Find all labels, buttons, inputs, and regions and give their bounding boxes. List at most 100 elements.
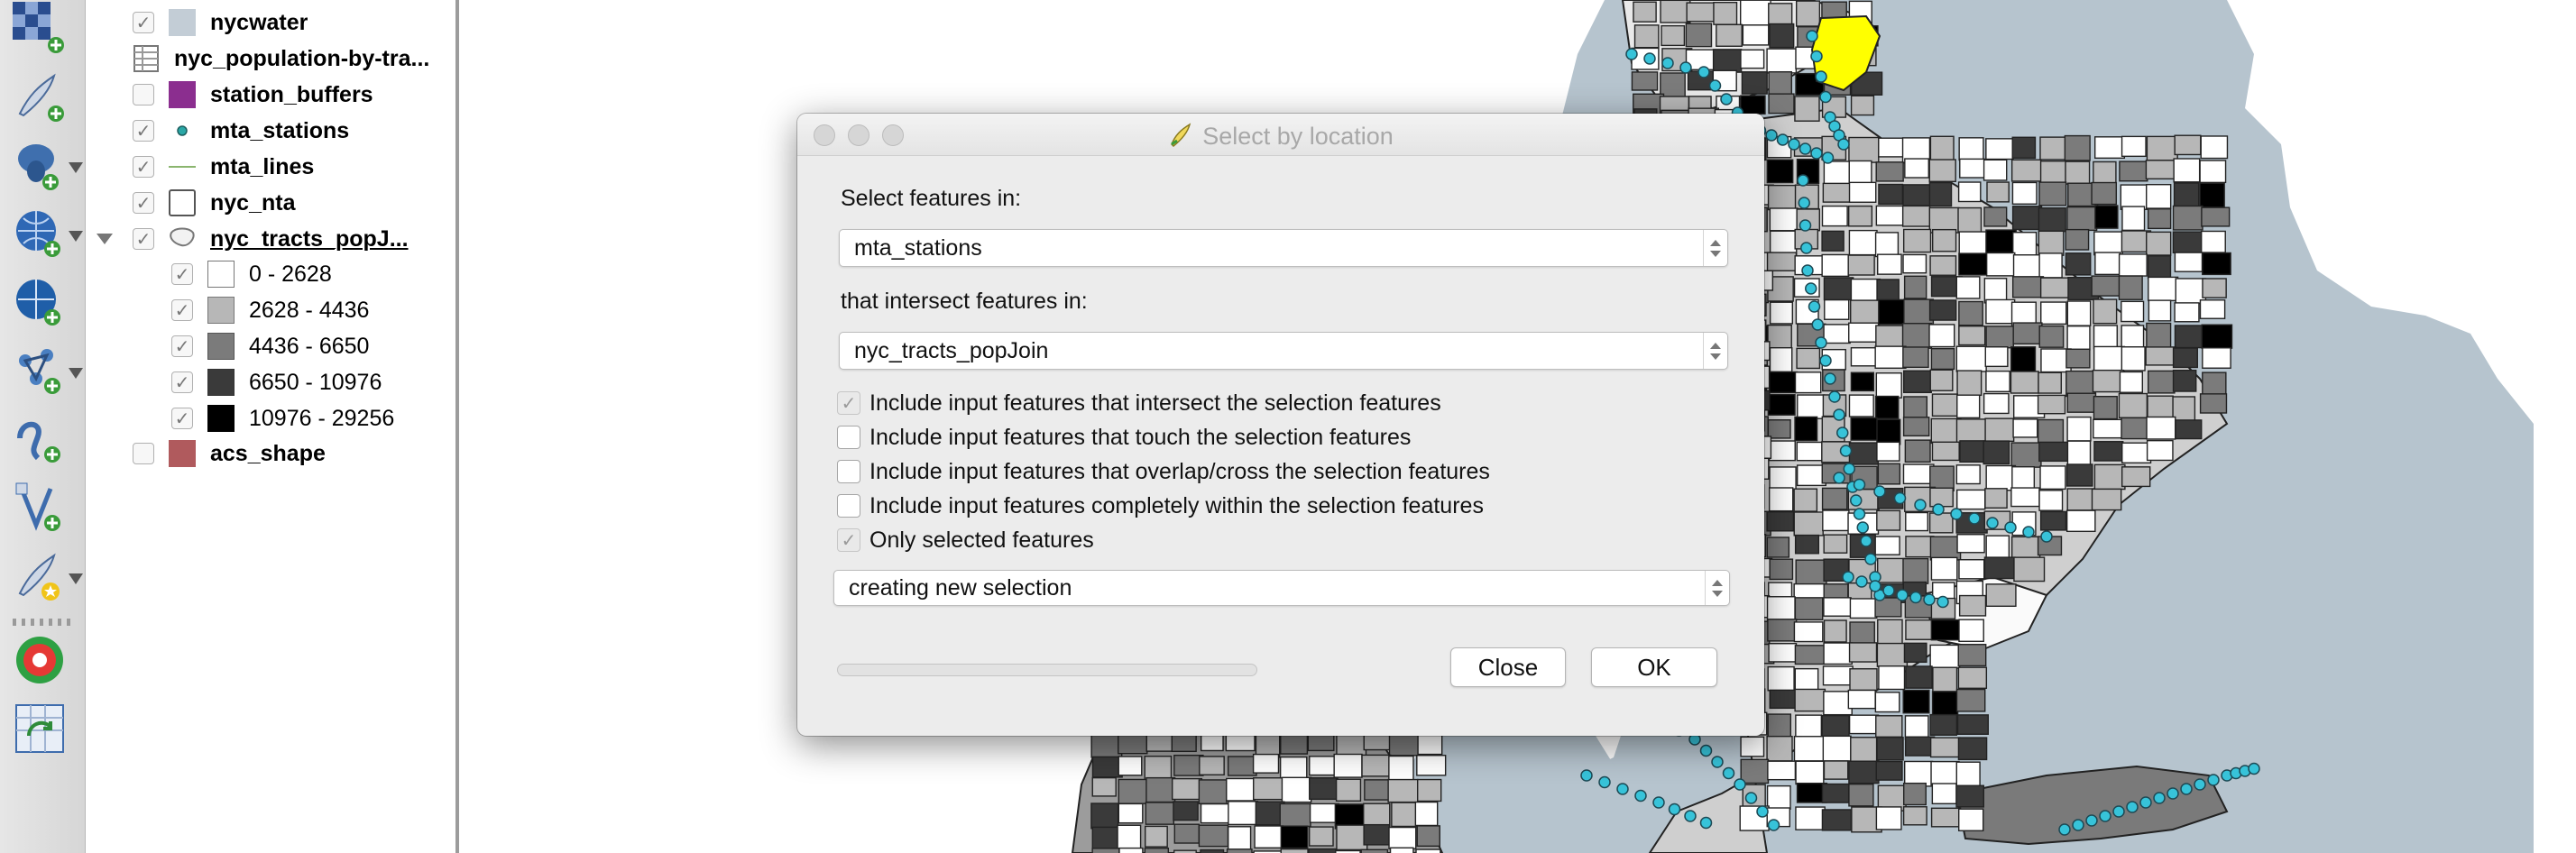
tract-polygon (1090, 732, 1123, 758)
layer-row-acs-shape[interactable]: acs_shape (133, 437, 326, 470)
station-point (1815, 70, 1827, 83)
tract-polygon (2010, 536, 2041, 559)
tract-polygon (1902, 346, 1929, 369)
tract-polygon (2064, 134, 2091, 161)
class-row[interactable]: ✓ 2628 - 4436 (171, 294, 369, 326)
option-touch-checkbox[interactable] (837, 426, 860, 449)
tract-polygon (1416, 778, 1442, 803)
add-virtual-layer-icon[interactable] (11, 480, 69, 537)
tract-polygon (1768, 3, 1793, 25)
tract-polygon (1930, 347, 1955, 371)
layer-row-nyc-population[interactable]: nyc_population-by-tra... (133, 42, 429, 75)
tract-polygon (1985, 370, 2010, 393)
tract-polygon (2121, 466, 2151, 488)
layer-visibility-checkbox[interactable]: ✓ (133, 156, 154, 178)
layer-row-station-buffers[interactable]: station_buffers (133, 78, 373, 111)
add-postgis-layer-icon[interactable] (11, 137, 83, 195)
class-row[interactable]: ✓ 4436 - 6650 (171, 330, 369, 362)
class-visibility-checkbox[interactable]: ✓ (171, 299, 193, 321)
class-row[interactable]: ✓ 6650 - 10976 (171, 366, 382, 399)
tract-polygon (1712, 49, 1743, 73)
option-touch[interactable]: Include input features that touch the se… (837, 422, 1411, 453)
class-row[interactable]: ✓ 10976 - 29256 (171, 402, 394, 435)
tract-polygon (1928, 159, 1956, 182)
tract-polygon (2121, 325, 2145, 349)
add-wfs-layer-icon[interactable] (11, 343, 83, 400)
layer-visibility-checkbox[interactable] (133, 443, 154, 464)
tract-polygon (1823, 161, 1852, 188)
selection-mode-combo[interactable]: creating new selection (833, 570, 1730, 606)
station-point (1860, 535, 1872, 547)
toolbar-grip[interactable] (13, 619, 70, 626)
select-features-combo[interactable]: mta_stations (839, 229, 1728, 267)
tract-polygon (2011, 206, 2043, 231)
ok-button[interactable]: OK (1591, 647, 1717, 687)
tract-polygon (1388, 826, 1417, 849)
station-point (1864, 553, 1877, 565)
station-point (2099, 810, 2111, 822)
layer-name: mta_stations (210, 117, 350, 143)
tract-polygon (1878, 137, 1905, 158)
fill-symbol-icon (169, 9, 196, 36)
class-visibility-checkbox[interactable]: ✓ (171, 263, 193, 285)
close-button[interactable]: Close (1450, 647, 1566, 687)
option-overlap-checkbox[interactable] (837, 460, 860, 483)
tract-polygon (2093, 441, 2124, 462)
tract-polygon (1901, 323, 1933, 349)
option-intersect[interactable]: ✓ Include input features that intersect … (837, 388, 1441, 418)
refresh-layer-icon[interactable] (11, 700, 69, 757)
station-point (1580, 769, 1593, 782)
layer-visibility-checkbox[interactable]: ✓ (133, 12, 154, 33)
tract-polygon (2066, 440, 2092, 466)
dialog-titlebar[interactable]: Select by location (797, 114, 1764, 156)
tract-polygon (1388, 755, 1414, 782)
tract-polygon (1821, 205, 1848, 227)
layer-visibility-checkbox[interactable]: ✓ (133, 120, 154, 142)
tract-polygon (2118, 253, 2148, 277)
layer-visibility-checkbox[interactable]: ✓ (133, 192, 154, 214)
option-only-selected-checkbox[interactable]: ✓ (837, 528, 860, 552)
tract-polygon (1769, 346, 1793, 373)
option-intersect-checkbox[interactable]: ✓ (837, 391, 860, 415)
tract-polygon (1929, 737, 1962, 758)
layer-row-mta-stations[interactable]: ✓ mta_stations (133, 115, 349, 147)
layer-visibility-checkbox[interactable] (133, 84, 154, 105)
layer-name: nyc_tracts_popJ... (210, 225, 409, 252)
layer-name: station_buffers (210, 81, 373, 107)
add-vector-layer-icon[interactable] (11, 69, 69, 126)
tract-polygon (1983, 392, 2010, 415)
intersect-features-combo[interactable]: nyc_tracts_popJoin (839, 332, 1728, 370)
option-within[interactable]: Include input features completely within… (837, 491, 1484, 521)
tract-polygon (2173, 182, 2200, 209)
new-shapefile-layer-icon[interactable] (11, 548, 83, 606)
tract-polygon (1768, 70, 1793, 97)
class-visibility-checkbox[interactable]: ✓ (171, 335, 193, 357)
tract-polygon (1985, 326, 2014, 349)
station-point (2022, 526, 2035, 538)
layer-row-mta-lines[interactable]: ✓ mta_lines (133, 151, 314, 183)
checkerboard-icon[interactable] (11, 0, 69, 58)
tract-polygon (2066, 416, 2092, 442)
layer-row-nycwater[interactable]: ✓ nycwater (133, 6, 308, 39)
tract-polygon (1769, 230, 1798, 256)
option-overlap[interactable]: Include input features that overlap/cros… (837, 456, 1490, 487)
plugin-icon[interactable] (11, 631, 69, 689)
option-only-selected[interactable]: ✓ Only selected features (837, 525, 1094, 555)
expand-toggle[interactable] (86, 223, 133, 255)
option-overlap-label: Include input features that overlap/cros… (869, 458, 1490, 484)
tract-polygon (2038, 441, 2070, 463)
layer-row-nyc-nta[interactable]: ✓ nyc_nta (133, 187, 295, 219)
class-row[interactable]: ✓ 0 - 2628 (171, 258, 332, 290)
class-visibility-checkbox[interactable]: ✓ (171, 371, 193, 393)
add-wcs-layer-icon[interactable] (11, 274, 69, 332)
class-visibility-checkbox[interactable]: ✓ (171, 408, 193, 429)
tract-polygon (1822, 509, 1850, 532)
add-wms-layer-icon[interactable] (11, 206, 83, 263)
add-spatialite-layer-icon[interactable] (11, 411, 69, 469)
tract-polygon (1797, 394, 1826, 419)
layer-visibility-checkbox[interactable]: ✓ (133, 228, 154, 250)
tract-polygon (1824, 298, 1850, 320)
tract-polygon (2199, 182, 2225, 208)
option-within-checkbox[interactable] (837, 494, 860, 518)
layer-row-nyc-tracts[interactable]: ✓ nyc_tracts_popJ... (133, 223, 409, 255)
